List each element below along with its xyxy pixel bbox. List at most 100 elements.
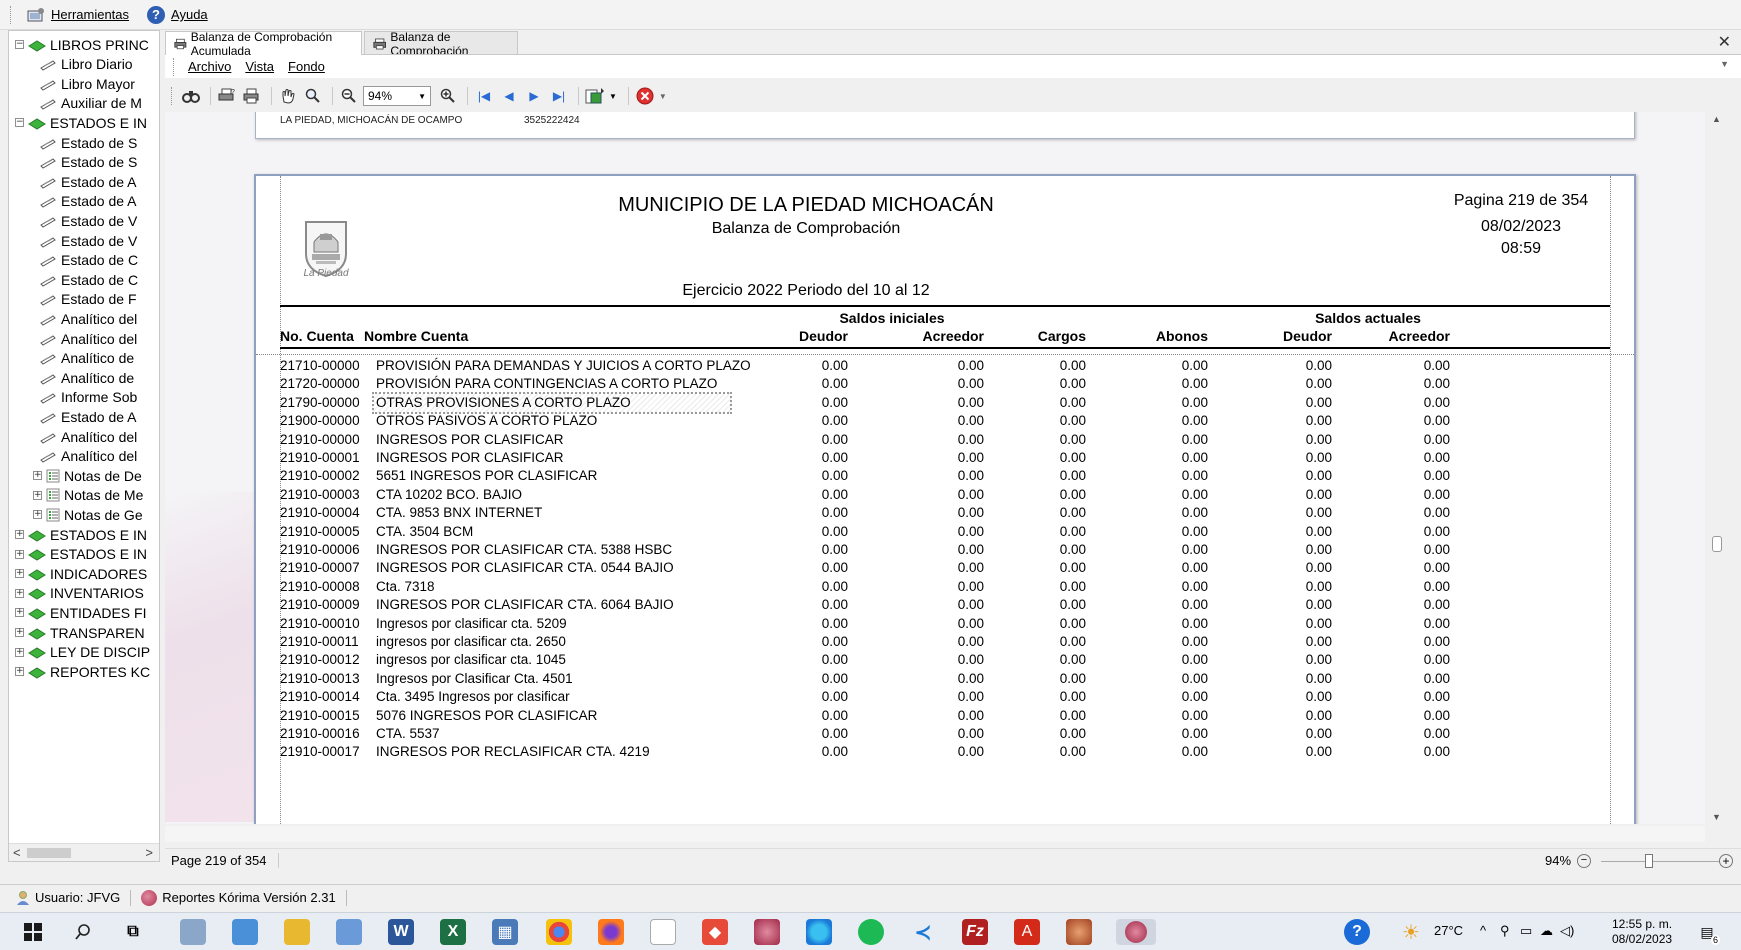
korima-app-icon[interactable] [754, 919, 780, 945]
scroll-up-icon[interactable]: ▲ [1712, 114, 1721, 124]
expand-icon[interactable]: + [15, 667, 24, 677]
collapse-icon[interactable]: − [15, 118, 24, 128]
last-page-icon[interactable]: ▶| [548, 85, 570, 107]
expand-icon[interactable]: + [15, 588, 24, 598]
zoom-slider-track[interactable] [1601, 861, 1719, 862]
report-preview[interactable]: LA PIEDAD, MICHOACÁN DE OCAMPO 352522242… [165, 112, 1705, 824]
korima-app-icon[interactable] [1066, 919, 1092, 945]
zoom-slider-thumb[interactable] [1645, 854, 1653, 868]
tree-item[interactable]: + TRANSPAREN [15, 623, 145, 642]
windows-start-icon[interactable] [20, 919, 46, 945]
tree-item[interactable]: + ESTADOS E IN [15, 545, 147, 564]
expand-icon[interactable]: + [15, 530, 24, 539]
tree-item[interactable]: − ESTADOS E IN [15, 113, 147, 132]
tree-item[interactable]: Analítico del [39, 329, 137, 348]
scroll-left-icon[interactable]: < [13, 845, 21, 860]
menu-archivo[interactable]: Archivo [188, 59, 231, 74]
tree-item[interactable]: Analítico del [39, 427, 137, 446]
firefox-icon[interactable] [598, 919, 624, 945]
zoom-minus-icon[interactable]: − [1577, 854, 1591, 868]
tree-item[interactable]: − LIBROS PRINC [15, 35, 149, 54]
clock[interactable]: 12:55 p. m. 08/02/2023 [1612, 917, 1672, 947]
file-explorer-icon[interactable] [284, 919, 310, 945]
tray-chevron-icon[interactable]: ^ [1480, 923, 1486, 938]
close-tab-icon[interactable]: ✕ [1718, 32, 1731, 52]
tree-item[interactable]: Auxiliar de M [39, 94, 142, 113]
tab-balanza[interactable]: Balanza de Comprobación [364, 30, 518, 58]
taskbar-app-icon[interactable] [232, 919, 258, 945]
tree-item[interactable]: Estado de S [39, 133, 137, 152]
tree-item[interactable]: Estado de F [39, 290, 137, 309]
first-page-icon[interactable]: |◀ [473, 85, 495, 107]
scroll-thumb[interactable] [27, 848, 71, 858]
tree-item[interactable]: + REPORTES KC [15, 662, 150, 681]
tree-item[interactable]: Analítico del [39, 309, 137, 328]
vscode-icon[interactable]: ≺ [910, 919, 936, 945]
anydesk-icon[interactable]: ◆ [702, 919, 728, 945]
horizontal-scrollbar[interactable] [165, 826, 1705, 842]
tab-balanza-acumulada[interactable]: Balanza de Comprobación Acumulada [165, 30, 362, 58]
collapse-icon[interactable]: − [15, 40, 24, 49]
tree-item[interactable]: Estado de A [39, 172, 137, 191]
spotify-icon[interactable] [858, 919, 884, 945]
hand-tool-icon[interactable] [277, 85, 299, 107]
tray-app-icon[interactable]: ⚲ [1500, 923, 1510, 939]
zoom-plus-icon[interactable]: + [1719, 854, 1733, 868]
korima-active-icon[interactable] [1116, 919, 1156, 945]
acrobat-icon[interactable]: A [1014, 919, 1040, 945]
close-preview-icon[interactable] [634, 85, 656, 107]
print-icon[interactable] [241, 85, 263, 107]
menu-dropdown-icon[interactable]: ▼ [1720, 59, 1729, 69]
weather-icon[interactable]: ☀ [1398, 919, 1424, 945]
prev-page-icon[interactable]: ◀ [498, 85, 520, 107]
tree-item[interactable]: Estado de V [39, 231, 137, 250]
expand-icon[interactable]: + [33, 471, 42, 481]
expand-icon[interactable]: + [15, 569, 24, 579]
magnifier-icon[interactable] [302, 85, 324, 107]
calculator-icon[interactable]: ▦ [492, 919, 518, 945]
tree-item[interactable]: Estado de A [39, 192, 137, 211]
tree-horizontal-scrollbar[interactable]: < > [9, 843, 159, 861]
task-view-icon[interactable]: ⧉ [120, 919, 146, 945]
next-page-icon[interactable]: ▶ [523, 85, 545, 107]
export-icon[interactable] [584, 85, 606, 107]
tree-item[interactable]: Analítico de [39, 349, 134, 368]
scroll-right-icon[interactable]: > [145, 845, 153, 860]
export-dropdown-icon[interactable]: ▼ [609, 92, 617, 101]
word-icon[interactable]: W [388, 919, 414, 945]
print-setup-icon[interactable]: ? [216, 85, 238, 107]
tree-item[interactable]: Libro Diario [39, 55, 133, 74]
menu-help[interactable]: ? Ayuda [147, 5, 208, 24]
zoom-select[interactable]: 94% ▼ [363, 86, 431, 106]
expand-icon[interactable]: + [15, 628, 24, 637]
tree-item[interactable]: Estado de V [39, 211, 137, 230]
scroll-down-icon[interactable]: ▼ [1712, 812, 1721, 822]
vertical-scrollbar[interactable]: ▲ ▼ [1708, 112, 1726, 824]
excel-icon[interactable]: X [440, 919, 466, 945]
tree-item[interactable]: + INVENTARIOS [15, 584, 144, 603]
tree-item[interactable]: Libro Mayor [39, 74, 135, 93]
scroll-thumb[interactable] [1712, 536, 1722, 552]
expand-icon[interactable]: + [33, 510, 42, 520]
tree-item[interactable]: Analítico del [39, 447, 137, 466]
tree-item[interactable]: + Notas de Me [33, 486, 143, 505]
document-icon[interactable] [650, 919, 676, 945]
tree-item[interactable]: Analítico de [39, 368, 134, 387]
taskbar-app-icon[interactable] [180, 919, 206, 945]
menu-tools[interactable]: Herramientas [27, 6, 129, 24]
expand-icon[interactable]: + [15, 608, 24, 618]
taskbar-app-icon[interactable] [336, 919, 362, 945]
toolbar-overflow-icon[interactable]: ▼ [659, 92, 667, 101]
tree-item[interactable]: Estado de C [39, 251, 138, 270]
filezilla-icon[interactable]: Fz [962, 919, 988, 945]
notifications-icon[interactable]: ▤ 6 [1694, 919, 1720, 945]
tree-item[interactable]: + INDICADORES [15, 564, 147, 583]
tree-item[interactable]: + ESTADOS E IN [15, 525, 147, 544]
expand-icon[interactable]: + [15, 549, 24, 559]
tree-item[interactable]: Estado de S [39, 153, 137, 172]
menu-fondo[interactable]: Fondo [288, 59, 325, 74]
tree-item[interactable]: + Notas de Ge [33, 505, 143, 524]
cloud-icon[interactable]: ☁ [1540, 923, 1553, 939]
menu-vista[interactable]: Vista [245, 59, 274, 74]
expand-icon[interactable]: + [15, 647, 24, 657]
